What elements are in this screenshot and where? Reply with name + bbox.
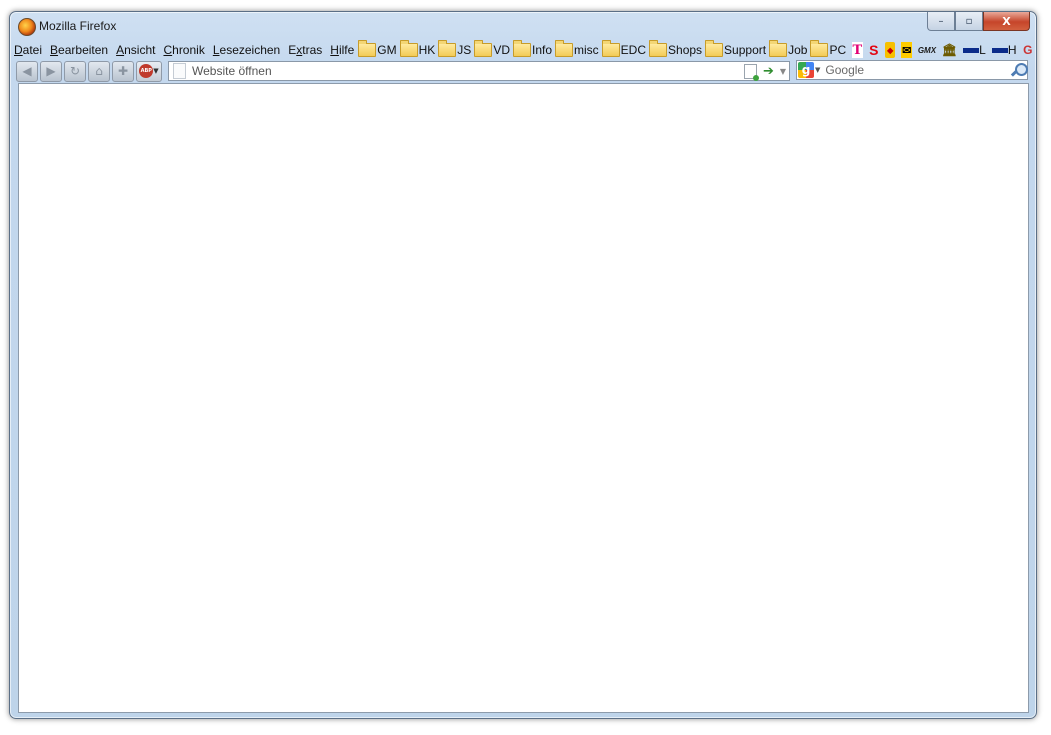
bookmark-label: L — [979, 43, 986, 57]
reload-icon: ↻ — [69, 64, 81, 78]
bookmark-folder-support[interactable]: Support — [705, 40, 769, 57]
menu-hilfe[interactable]: Hilfe — [326, 43, 358, 57]
flag-icon — [963, 47, 980, 53]
menu-ansicht[interactable]: Ansicht — [112, 43, 159, 57]
close-icon: X — [1002, 14, 1011, 28]
folder-icon — [555, 40, 573, 57]
flag-icon — [991, 47, 1008, 53]
bookmark-label: misc — [574, 43, 599, 57]
search-input[interactable] — [823, 62, 1009, 78]
caption-buttons: – ▫ X — [927, 12, 1030, 31]
maximize-button[interactable]: ▫ — [955, 12, 983, 31]
bookmark-folder-pc[interactable]: PC — [810, 40, 849, 57]
minimize-button[interactable]: – — [927, 12, 955, 31]
bookmark-folder-edc[interactable]: EDC — [601, 40, 649, 57]
search-icon[interactable] — [1009, 62, 1028, 78]
bank-icon[interactable]: 🏛 — [942, 42, 957, 58]
home-icon: ⌂ — [95, 64, 103, 78]
bookmark-folder-shops[interactable]: Shops — [649, 40, 705, 57]
puzzle-icon: ✚ — [117, 64, 129, 78]
go-arrow-icon[interactable]: ➔ — [763, 64, 774, 79]
back-icon: ◀ — [22, 64, 32, 78]
bookmark-folder-hk[interactable]: HK — [399, 40, 439, 57]
bookmark-folder-info[interactable]: Info — [512, 40, 555, 57]
history-dropdown-icon[interactable]: ▼ — [780, 67, 786, 76]
gmx-icon[interactable]: GMX — [918, 42, 936, 58]
forward-button[interactable]: ▶ — [40, 60, 62, 82]
bookmark-flag-l[interactable]: L — [960, 43, 989, 57]
bookmark-label: Info — [531, 43, 552, 57]
navigation-toolbar: ◀ ▶ ↻ ⌂ ✚ ABP ▼ ➔ ▼ g ▼ — [16, 60, 1030, 82]
folder-icon — [358, 40, 377, 57]
bookmark-label: Job — [788, 43, 808, 57]
back-button[interactable]: ◀ — [16, 60, 38, 82]
menu-chronik[interactable]: Chronik — [159, 43, 208, 57]
road-sign-icon[interactable]: ◆ — [885, 42, 896, 58]
adblock-plus-icon: ABP — [139, 64, 154, 78]
menu-bearbeiten[interactable]: Bearbeiten — [46, 43, 112, 57]
bookmark-label: JS — [457, 43, 472, 57]
menu-datei[interactable]: Datei — [10, 43, 46, 57]
bookmark-folder-vd[interactable]: VD — [474, 40, 513, 57]
bookmark-label: Shops — [668, 43, 703, 57]
minimize-icon: – — [938, 15, 944, 27]
folder-icon — [512, 40, 531, 57]
bookmark-folder-misc[interactable]: misc — [555, 40, 602, 57]
google-bookmark-icon[interactable]: G — [1023, 42, 1033, 58]
folder-icon — [769, 40, 788, 57]
bookmark-folder-js[interactable]: JS — [438, 40, 474, 57]
page-content-area[interactable] — [18, 83, 1029, 713]
forward-icon: ▶ — [46, 64, 56, 78]
folder-icon — [601, 40, 620, 57]
folder-icon — [474, 40, 493, 57]
url-bar: ➔ ▼ — [168, 61, 790, 81]
bookmark-label: EDC — [620, 43, 647, 57]
addon-button[interactable]: ✚ — [112, 60, 134, 82]
bookmark-label: H — [1007, 43, 1017, 57]
adblock-plus-button[interactable]: ABP ▼ — [136, 60, 162, 82]
bookmark-flag-h[interactable]: H — [989, 43, 1020, 57]
folder-icon — [399, 40, 418, 57]
close-button[interactable]: X — [983, 12, 1030, 31]
sparkasse-icon[interactable]: S — [869, 42, 879, 58]
search-engine-dropdown-icon[interactable]: ▼ — [815, 66, 820, 74]
bookmark-label: HK — [418, 43, 436, 57]
reload-button[interactable]: ↻ — [64, 60, 86, 82]
bookmark-label: GM — [377, 43, 397, 57]
menu-bar: Datei Bearbeiten Ansicht Chronik Lesezei… — [10, 40, 1036, 60]
title-bar[interactable]: Mozilla Firefox – ▫ X — [10, 12, 1036, 42]
telekom-icon[interactable]: T — [852, 42, 863, 58]
chevron-down-icon: ▼ — [153, 67, 159, 75]
bookmark-label: PC — [829, 43, 847, 57]
folder-icon — [649, 40, 668, 57]
firefox-logo-icon — [18, 18, 36, 36]
folder-icon — [810, 40, 829, 57]
bookmark-folder-job[interactable]: Job — [769, 40, 810, 57]
folder-icon — [705, 40, 724, 57]
home-button[interactable]: ⌂ — [88, 60, 110, 82]
url-bar-actions: ➔ ▼ — [743, 63, 789, 81]
bookmark-folder-gm[interactable]: GM — [358, 40, 399, 57]
menu-lesezeichen[interactable]: Lesezeichen — [209, 43, 284, 57]
page-icon — [173, 63, 186, 79]
menu-extras[interactable]: Extras — [284, 43, 326, 57]
post-horn-icon[interactable]: ✉ — [901, 42, 912, 58]
browser-window: Mozilla Firefox – ▫ X Datei Bearbeiten A… — [9, 11, 1037, 719]
url-input[interactable] — [192, 63, 744, 79]
search-box: g ▼ — [796, 60, 1028, 80]
folder-icon — [438, 40, 457, 57]
window-title: Mozilla Firefox — [39, 19, 117, 33]
bookmark-label: VD — [493, 43, 510, 57]
maximize-icon: ▫ — [965, 15, 973, 27]
bookmark-label: Support — [724, 43, 767, 57]
google-icon[interactable]: g — [798, 62, 814, 78]
bookmark-page-icon[interactable] — [743, 63, 759, 81]
